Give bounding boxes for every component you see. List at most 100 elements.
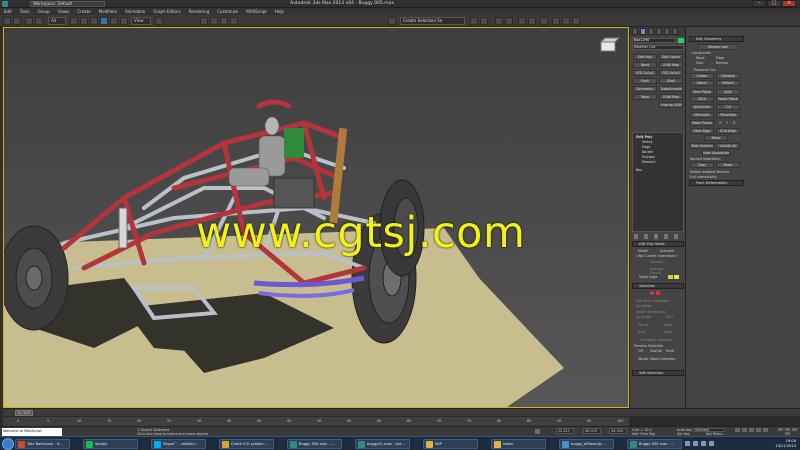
coord-x-field[interactable]: 22.321 — [556, 428, 574, 434]
unhide-all-button[interactable]: Unhide All — [716, 143, 740, 149]
language-icon[interactable] — [685, 441, 690, 446]
use-stack-selection-checkbox[interactable]: Use Stack Selection — [636, 299, 669, 303]
lock-selection-icon[interactable] — [535, 429, 540, 434]
flag-icon[interactable] — [709, 441, 714, 446]
taskbar-item[interactable]: Buggy 005.max - ... — [627, 439, 682, 449]
stack-item-edit-poly[interactable]: Edit Poly — [636, 135, 652, 139]
stack-subobject-edge[interactable]: Edge — [642, 145, 650, 149]
commit-button[interactable]: Commit — [650, 260, 663, 264]
move-icon[interactable] — [100, 17, 108, 25]
preview-multi-radio[interactable]: Multi — [666, 349, 674, 353]
pivot-icon[interactable] — [155, 17, 163, 25]
coord-y-field[interactable]: 96.029 — [583, 428, 601, 434]
remove-modifier-icon[interactable] — [664, 234, 668, 239]
cage-color-swatch-2[interactable] — [674, 275, 679, 279]
maxscript-listener[interactable]: Welcome to MAXScript. — [2, 428, 62, 436]
copy-button[interactable]: Copy — [690, 162, 714, 168]
msmooth-button[interactable]: MSmooth — [690, 112, 714, 118]
hierarchy-tab-icon[interactable] — [648, 28, 654, 35]
stack-subobject-vertex[interactable]: Vertex — [642, 140, 653, 144]
hide-unselected-button[interactable]: Hide Unselected — [702, 150, 730, 156]
volume-icon[interactable] — [701, 441, 706, 446]
menu-create[interactable]: Create — [73, 8, 94, 15]
constraint-none-radio[interactable]: None — [696, 56, 705, 60]
modifier-button[interactable]: Taper — [633, 94, 657, 100]
detach-button[interactable]: Detach — [716, 80, 740, 86]
previous-frame-icon[interactable] — [742, 428, 747, 432]
minimize-button[interactable]: – — [752, 0, 766, 7]
show-cage-checkbox[interactable]: Show Cage — [639, 275, 657, 279]
maximize-button[interactable]: □ — [767, 0, 781, 7]
schematic-view-icon[interactable] — [528, 17, 536, 25]
collapse-button[interactable]: Collapse — [716, 73, 740, 79]
rendered-frame-icon[interactable] — [562, 17, 570, 25]
unlink-icon[interactable] — [35, 17, 43, 25]
modifier-button[interactable]: Symmetry — [633, 86, 657, 92]
material-editor-icon[interactable] — [540, 17, 548, 25]
full-interactivity-checkbox[interactable]: Full Interactivity — [690, 175, 717, 179]
reset-plane-button[interactable]: Reset Plane — [716, 96, 740, 102]
close-button[interactable]: × — [782, 0, 796, 7]
graphite-icon[interactable] — [505, 17, 513, 25]
redo-icon[interactable] — [13, 17, 21, 25]
taskbar-item[interactable]: video — [491, 439, 546, 449]
make-planar-button[interactable]: Make Planar — [690, 120, 714, 126]
repeat-last-button[interactable]: Repeat Last — [698, 44, 738, 50]
taskbar-item[interactable]: Skype™ - snikolin... — [151, 439, 206, 449]
constraint-edge-radio[interactable]: Edge — [716, 56, 724, 60]
go-to-start-icon[interactable] — [735, 428, 740, 432]
taskbar-item[interactable]: buggy01.max - Aut... — [355, 439, 410, 449]
paint-deformation-header[interactable]: Paint Deformation — [689, 180, 744, 186]
render-icon[interactable] — [572, 17, 580, 25]
modifier-button[interactable]: TurboSmooth — [659, 86, 683, 92]
workspace-dropdown[interactable]: Workspace: Default — [30, 1, 105, 7]
menu-tools[interactable]: Tools — [16, 8, 34, 15]
mode-model-radio[interactable]: Model — [638, 249, 648, 253]
cage-color-swatch[interactable] — [668, 275, 673, 279]
link-icon[interactable] — [25, 17, 33, 25]
stack-item-box[interactable]: Box — [636, 168, 642, 172]
relax-button[interactable]: Relax — [704, 135, 728, 141]
modifier-list-dropdown[interactable]: Modifier List — [632, 45, 684, 50]
go-to-end-icon[interactable] — [763, 428, 768, 432]
mirror-icon[interactable] — [470, 17, 478, 25]
planar-z-button[interactable]: Z — [733, 121, 735, 125]
app-logo-icon[interactable] — [2, 1, 8, 7]
selection-filter-dropdown[interactable]: All — [48, 17, 66, 25]
stack-subobject-border[interactable]: Border — [642, 150, 653, 154]
render-setup-icon[interactable] — [552, 17, 560, 25]
spinner-snap-icon[interactable] — [230, 17, 238, 25]
perspective-viewport[interactable]: [+] [Perspective] [Realistic] — [3, 27, 629, 408]
modifier-button[interactable]: UVW Map — [659, 94, 683, 100]
mode-animate-radio[interactable]: Animate — [660, 249, 674, 253]
region-select-icon[interactable] — [90, 17, 98, 25]
cut-button[interactable]: Cut — [716, 104, 740, 110]
menu-graph-editors[interactable]: Graph Editors — [149, 8, 184, 15]
get-stack-selection-button[interactable]: Get Stack Selection — [640, 338, 672, 342]
delete-isolated-checkbox[interactable]: Delete Isolated Vertices — [690, 170, 729, 174]
planar-x-button[interactable]: X — [719, 121, 721, 125]
edge-mode-icon[interactable] — [656, 291, 660, 295]
stack-subobject-element[interactable]: Element — [642, 160, 656, 164]
attach-button[interactable]: Attach — [690, 80, 714, 86]
menu-animation[interactable]: Animation — [121, 8, 149, 15]
align-icon[interactable] — [480, 17, 488, 25]
create-tab-icon[interactable] — [632, 28, 638, 35]
show-end-result-icon[interactable] — [644, 234, 648, 239]
modify-tab-icon[interactable] — [640, 28, 646, 35]
menu-edit[interactable]: Edit — [0, 8, 16, 15]
taskbar-item[interactable]: Spotify — [83, 439, 138, 449]
menu-customize[interactable]: Customize — [213, 8, 242, 15]
create-button[interactable]: Create — [690, 73, 714, 79]
curve-editor-icon[interactable] — [518, 17, 526, 25]
modifier-button[interactable]: Unwrap UVW — [659, 102, 683, 108]
grid-align-button[interactable]: Grid Align — [716, 128, 740, 134]
hide-selected-button[interactable]: Hide Selected — [690, 143, 714, 149]
play-icon[interactable] — [749, 428, 754, 432]
planar-y-button[interactable]: Y — [726, 121, 728, 125]
edit-named-selection-icon[interactable] — [388, 17, 396, 25]
vertex-mode-icon[interactable] — [650, 291, 654, 295]
network-icon[interactable] — [693, 441, 698, 446]
quickslice-button[interactable]: QuickSlice — [690, 104, 714, 110]
modifier-button[interactable]: UVW Map — [659, 62, 683, 68]
